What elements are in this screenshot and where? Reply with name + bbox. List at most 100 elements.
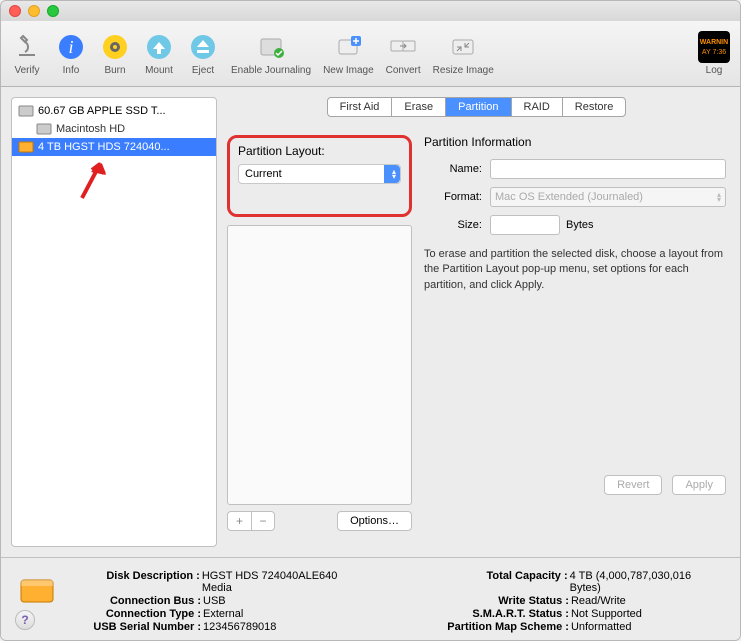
type-val: External [203,608,243,620]
window-controls [9,5,59,17]
size-label: Size: [424,219,482,231]
desc-val: HGST HDS 724040ALE640 Media [202,570,369,594]
type-key: Connection Type : [71,608,201,620]
apply-button[interactable]: Apply [672,475,726,495]
partition-layout-column: Partition Layout: Current ▴▾ + − O [227,135,412,525]
disk-item-hgst[interactable]: 4 TB HGST HDS 724040... [12,138,216,156]
svg-text:AY 7:36: AY 7:36 [702,49,726,56]
new-image-label: New Image [323,65,374,76]
options-button[interactable]: Options… [337,511,412,531]
bus-val: USB [203,595,226,607]
info-button[interactable]: i Info [55,31,87,76]
smart-val: Not Supported [571,608,642,620]
annotation-arrow [74,160,114,200]
log-label: Log [706,65,723,76]
mount-button[interactable]: Mount [143,31,175,76]
format-value: Mac OS Extended (Journaled) [495,191,643,203]
eject-button[interactable]: Eject [187,31,219,76]
disk-utility-window: Verify i Info Burn Mount Eject Enable Jo… [0,0,741,641]
disk-label: 4 TB HGST HDS 724040... [38,141,170,153]
resize-icon [447,31,479,63]
tab-first-aid[interactable]: First Aid [328,98,393,116]
mount-icon [143,31,175,63]
convert-label: Convert [386,65,421,76]
help-text: To erase and partition the selected disk… [424,247,726,293]
disk-sidebar[interactable]: 60.67 GB APPLE SSD T... Macintosh HD 4 T… [11,97,217,547]
chevron-updown-icon: ▴▾ [717,192,721,202]
help-button[interactable]: ? [15,610,35,630]
enable-journaling-button[interactable]: Enable Journaling [231,31,311,76]
add-partition-button[interactable]: + [227,511,251,531]
layout-value: Current [245,168,282,180]
name-input[interactable] [490,159,726,179]
eject-label: Eject [192,65,214,76]
burn-icon [99,31,131,63]
scheme-val: Unformatted [571,621,632,633]
svg-text:WARNIN: WARNIN [700,39,728,46]
warning-icon: WARNIN AY 7:36 [698,31,730,63]
info-col-left: Disk Description : HGST HDS 724040ALE640… [71,570,369,634]
name-label: Name: [424,163,482,175]
convert-button[interactable]: Convert [386,31,421,76]
new-image-button[interactable]: New Image [323,31,374,76]
size-input[interactable] [490,215,560,235]
partition-info-column: Partition Information Name: Format: Mac … [424,135,726,525]
log-button[interactable]: WARNIN AY 7:36 Log [698,31,730,76]
verify-label: Verify [14,65,39,76]
partition-diagram[interactable] [227,225,412,505]
serial-val: 123456789018 [203,621,276,633]
revert-button[interactable]: Revert [604,475,662,495]
tab-erase[interactable]: Erase [392,98,446,116]
burn-label: Burn [104,65,125,76]
toolbar: Verify i Info Burn Mount Eject Enable Jo… [1,21,740,87]
journal-icon [255,31,287,63]
resize-label: Resize Image [433,65,494,76]
layout-highlight: Partition Layout: Current ▴▾ [227,135,412,217]
tab-bar: First Aid Erase Partition RAID Restore [227,97,726,117]
close-button[interactable] [9,5,21,17]
write-key: Write Status : [419,595,569,607]
info-col-right: Total Capacity : 4 TB (4,000,787,030,016… [419,570,724,634]
remove-partition-button[interactable]: − [251,511,275,531]
info-icon: i [55,31,87,63]
mount-label: Mount [145,65,173,76]
tab-restore[interactable]: Restore [563,98,626,116]
scheme-key: Partition Map Scheme : [419,621,569,633]
enable-journaling-label: Enable Journaling [231,65,311,76]
content-area: 60.67 GB APPLE SSD T... Macintosh HD 4 T… [1,87,740,557]
eject-icon [187,31,219,63]
volume-item-macintosh-hd[interactable]: Macintosh HD [12,120,216,138]
verify-button[interactable]: Verify [11,31,43,76]
add-remove-group: + − [227,511,275,531]
convert-icon [387,31,419,63]
internal-disk-icon [36,122,52,136]
bus-key: Connection Bus : [71,595,201,607]
resize-image-button[interactable]: Resize Image [433,31,494,76]
tab-raid[interactable]: RAID [512,98,563,116]
zoom-button[interactable] [47,5,59,17]
write-val: Read/Write [571,595,626,607]
internal-disk-icon [18,104,34,118]
svg-text:i: i [68,37,73,57]
capacity-val: 4 TB (4,000,787,030,016 Bytes) [570,570,724,594]
format-select[interactable]: Mac OS Extended (Journaled) ▴▾ [490,187,726,207]
partition-panel: Partition Layout: Current ▴▾ + − O [227,135,726,525]
disk-item-apple-ssd[interactable]: 60.67 GB APPLE SSD T... [12,102,216,120]
capacity-key: Total Capacity : [419,570,568,594]
external-disk-icon [18,140,34,154]
desc-key: Disk Description : [71,570,200,594]
new-image-icon [332,31,364,63]
burn-button[interactable]: Burn [99,31,131,76]
format-label: Format: [424,191,482,203]
minimize-button[interactable] [28,5,40,17]
main-panel: First Aid Erase Partition RAID Restore P… [217,87,740,557]
layout-label: Partition Layout: [238,144,401,158]
external-disk-large-icon [17,570,57,610]
microscope-icon [11,31,43,63]
tab-partition[interactable]: Partition [446,98,511,116]
layout-dropdown[interactable]: Current ▴▾ [238,164,401,184]
partition-info-title: Partition Information [424,135,726,149]
info-bar: Disk Description : HGST HDS 724040ALE640… [1,557,740,641]
titlebar[interactable] [1,1,740,21]
smart-key: S.M.A.R.T. Status : [419,608,569,620]
